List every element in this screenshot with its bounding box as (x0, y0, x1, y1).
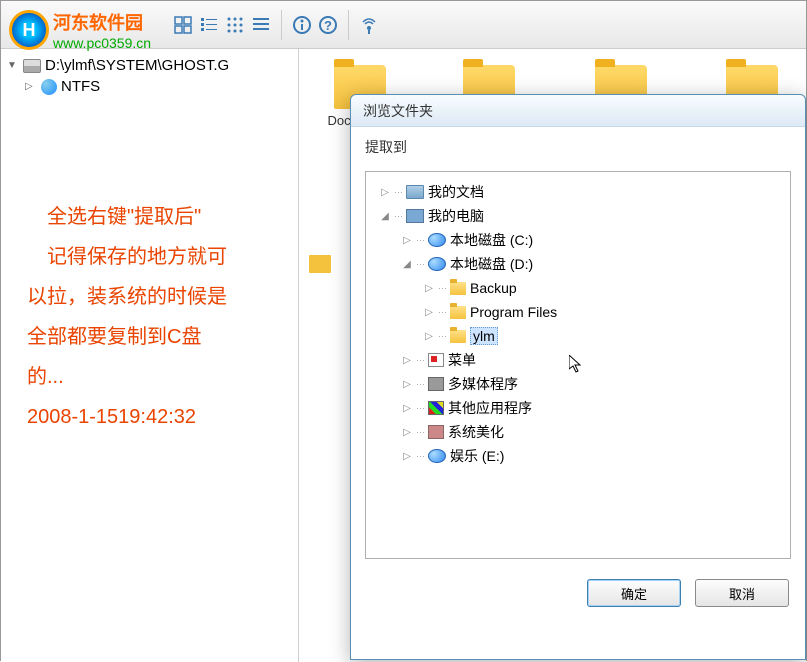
browse-folder-dialog: 浏览文件夹 提取到 ▷⋯ 我的文档 ◢⋯ 我的电脑 ▷⋯ 本地磁盘 (C:) ◢… (350, 94, 806, 660)
tree-node-ylm[interactable]: ▷⋯ ylm (370, 324, 786, 348)
tree-node-my-documents[interactable]: ▷⋯ 我的文档 (370, 180, 786, 204)
expand-icon[interactable]: ▷ (402, 355, 412, 366)
dialog-subtitle: 提取到 (351, 127, 805, 165)
tree-path-row[interactable]: ▼ D:\ylmf\SYSTEM\GHOST.G (7, 55, 292, 76)
expand-icon[interactable]: ▷ (402, 451, 412, 462)
watermark: H 河东软件园 www.pc0359.cn (9, 9, 151, 51)
beautify-icon (428, 425, 444, 439)
disk-icon (23, 59, 41, 73)
tree-ntfs-label: NTFS (61, 78, 100, 95)
info-button[interactable] (290, 13, 314, 37)
folder-icon (450, 282, 466, 295)
left-tree-panel: ▼ D:\ylmf\SYSTEM\GHOST.G ▷ NTFS 全选右键"提取后… (1, 49, 299, 662)
annotation-text: 全选右键"提取后" 记得保存的地方就可 以拉，装系统的时候是 全部都要复制到C盘… (7, 197, 292, 437)
view-small-icons-button[interactable] (223, 13, 247, 37)
tree-node-disk-d[interactable]: ◢⋯ 本地磁盘 (D:) (370, 252, 786, 276)
globe-icon (41, 79, 57, 95)
expand-icon[interactable]: ▷ (380, 187, 390, 198)
watermark-logo-icon: H (9, 10, 49, 50)
tree-node-entertainment[interactable]: ▷⋯ 娱乐 (E:) (370, 444, 786, 468)
folder-icon (450, 306, 466, 319)
menu-icon (428, 353, 444, 367)
expand-icon[interactable]: ▷ (402, 403, 412, 414)
annotation-timestamp: 2008-1-1519:42:32 (27, 397, 272, 437)
tree-node-backup[interactable]: ▷⋯ Backup (370, 276, 786, 300)
tree-node-menu[interactable]: ▷⋯ 菜单 (370, 348, 786, 372)
tree-node-multimedia[interactable]: ▷⋯ 多媒体程序 (370, 372, 786, 396)
expand-icon[interactable]: ▷ (402, 235, 412, 246)
expand-icon[interactable]: ▷ (424, 307, 434, 318)
tree-path-label: D:\ylmf\SYSTEM\GHOST.G (45, 57, 229, 74)
documents-icon (406, 185, 424, 199)
folder-icon (450, 330, 466, 343)
expand-icon[interactable]: ▷ (402, 379, 412, 390)
computer-icon (406, 209, 424, 223)
watermark-site-name: 河东软件园 (53, 9, 151, 35)
tree-node-program-files[interactable]: ▷⋯ Program Files (370, 300, 786, 324)
antenna-button[interactable] (357, 13, 381, 37)
dialog-titlebar[interactable]: 浏览文件夹 (351, 95, 805, 127)
media-icon (428, 377, 444, 391)
selected-folder-label: ylm (470, 327, 498, 345)
expand-icon[interactable]: ▷ (402, 427, 412, 438)
collapse-arrow-icon[interactable]: ▼ (7, 60, 19, 72)
apps-icon (428, 401, 444, 415)
view-details-button[interactable] (249, 13, 273, 37)
cancel-button[interactable]: 取消 (695, 579, 789, 607)
disk-icon (428, 449, 446, 463)
collapse-icon[interactable]: ◢ (380, 211, 390, 222)
help-button[interactable]: ? (316, 13, 340, 37)
watermark-url: www.pc0359.cn (53, 35, 151, 51)
disk-icon (428, 233, 446, 247)
ok-button[interactable]: 确定 (587, 579, 681, 607)
tree-node-my-computer[interactable]: ◢⋯ 我的电脑 (370, 204, 786, 228)
folder-icon (309, 255, 331, 273)
expand-icon[interactable]: ▷ (424, 283, 434, 294)
dialog-title-text: 浏览文件夹 (363, 101, 433, 121)
folder-tree[interactable]: ▷⋯ 我的文档 ◢⋯ 我的电脑 ▷⋯ 本地磁盘 (C:) ◢⋯ 本地磁盘 (D:… (365, 171, 791, 559)
tree-node-system-beauty[interactable]: ▷⋯ 系统美化 (370, 420, 786, 444)
view-list-button[interactable] (197, 13, 221, 37)
svg-text:?: ? (324, 18, 332, 33)
view-large-icons-button[interactable] (171, 13, 195, 37)
expand-icon[interactable]: ▷ (424, 331, 434, 342)
collapse-icon[interactable]: ◢ (402, 259, 412, 270)
disk-icon (428, 257, 446, 271)
tree-node-other-apps[interactable]: ▷⋯ 其他应用程序 (370, 396, 786, 420)
tree-node-disk-c[interactable]: ▷⋯ 本地磁盘 (C:) (370, 228, 786, 252)
tree-ntfs-row[interactable]: ▷ NTFS (7, 76, 292, 97)
expand-arrow-icon[interactable]: ▷ (25, 81, 37, 93)
